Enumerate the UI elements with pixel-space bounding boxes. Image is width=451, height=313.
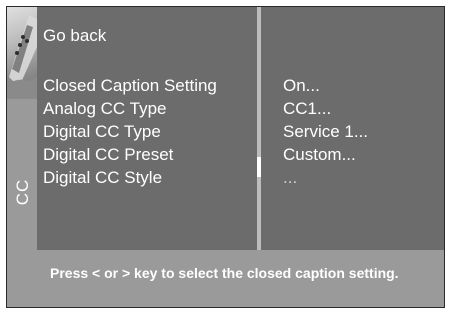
cc-vertical-label: CC bbox=[13, 178, 32, 206]
menu-item-closed-caption-setting[interactable]: Closed Caption Setting bbox=[43, 74, 217, 97]
go-back-item[interactable]: Go back bbox=[43, 26, 106, 46]
remote-control-icon bbox=[7, 7, 37, 99]
value-digital-cc-preset[interactable]: Custom... bbox=[283, 143, 368, 166]
help-text: Press < or > key to select the closed ca… bbox=[50, 265, 399, 281]
menu-item-digital-cc-preset[interactable]: Digital CC Preset bbox=[43, 143, 217, 166]
side-panel bbox=[7, 7, 37, 307]
value-closed-caption-setting[interactable]: On... bbox=[283, 74, 368, 97]
menu-value-list: On... CC1... Service 1... Custom... ... bbox=[283, 74, 368, 189]
menu-item-digital-cc-type[interactable]: Digital CC Type bbox=[43, 120, 217, 143]
value-digital-cc-style[interactable]: ... bbox=[283, 166, 368, 189]
menu-list: Closed Caption Setting Analog CC Type Di… bbox=[43, 74, 217, 189]
value-analog-cc-type[interactable]: CC1... bbox=[283, 97, 368, 120]
help-bar: Press < or > key to select the closed ca… bbox=[37, 250, 444, 307]
menu-item-analog-cc-type[interactable]: Analog CC Type bbox=[43, 97, 217, 120]
value-digital-cc-type[interactable]: Service 1... bbox=[283, 120, 368, 143]
menu-item-digital-cc-style[interactable]: Digital CC Style bbox=[43, 166, 217, 189]
